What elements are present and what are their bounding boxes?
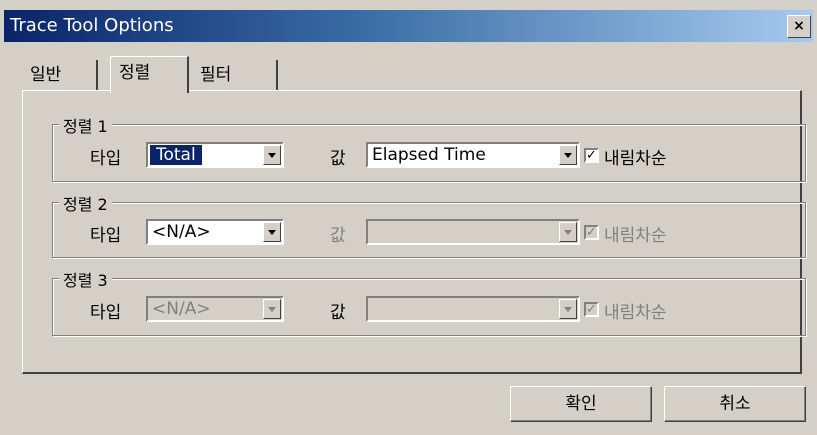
chevron-down-icon[interactable] bbox=[559, 222, 577, 242]
close-icon: × bbox=[793, 18, 805, 34]
tab-label: 일반 bbox=[30, 65, 62, 85]
group-legend: 정렬 1 bbox=[59, 113, 112, 137]
check-icon: ✓ bbox=[586, 225, 597, 240]
value-label: 값 bbox=[330, 303, 346, 323]
value-label: 값 bbox=[330, 149, 346, 169]
type-combobox[interactable]: <N/A> bbox=[146, 219, 284, 245]
check-icon: ✓ bbox=[586, 302, 597, 317]
window-title: Trace Tool Options bbox=[10, 15, 174, 36]
tab-general[interactable]: 일반 bbox=[22, 60, 98, 90]
descending-label: 내림차순 bbox=[604, 149, 667, 169]
tab-label: 필터 bbox=[200, 65, 232, 85]
cancel-button[interactable]: 취소 bbox=[664, 386, 806, 422]
type-selected-value: <N/A> bbox=[152, 222, 211, 242]
group-legend: 정렬 2 bbox=[59, 191, 112, 215]
ok-button-label: 확인 bbox=[565, 394, 597, 414]
check-icon: ✓ bbox=[586, 148, 597, 163]
descending-checkbox[interactable]: ✓ bbox=[584, 148, 599, 163]
type-combobox[interactable]: Total bbox=[146, 142, 284, 168]
value-selected-value: Elapsed Time bbox=[372, 145, 486, 165]
tab-sort[interactable]: 정렬 bbox=[110, 56, 189, 93]
type-selected-value: <N/A> bbox=[152, 299, 211, 319]
title-bar[interactable]: Trace Tool Options × bbox=[4, 10, 813, 42]
value-label: 값 bbox=[330, 226, 346, 246]
chevron-down-icon[interactable] bbox=[559, 145, 577, 165]
tab-filter[interactable]: 필터 bbox=[192, 60, 278, 90]
descending-label: 내림차순 bbox=[604, 226, 667, 246]
trace-tool-options-dialog: Trace Tool Options × 일반 정렬 필터 정렬 1 타입 To… bbox=[0, 0, 817, 435]
type-label: 타입 bbox=[90, 149, 122, 169]
type-combobox[interactable]: <N/A> bbox=[146, 296, 284, 322]
value-combobox[interactable] bbox=[366, 296, 580, 322]
descending-checkbox[interactable]: ✓ bbox=[584, 225, 599, 240]
tab-label: 정렬 bbox=[119, 63, 151, 83]
value-combobox[interactable]: Elapsed Time bbox=[366, 142, 580, 168]
chevron-down-icon[interactable] bbox=[263, 145, 281, 165]
cancel-button-label: 취소 bbox=[719, 394, 751, 414]
value-combobox[interactable] bbox=[366, 219, 580, 245]
descending-checkbox[interactable]: ✓ bbox=[584, 302, 599, 317]
chevron-down-icon[interactable] bbox=[559, 299, 577, 319]
ok-button[interactable]: 확인 bbox=[510, 386, 652, 422]
close-button[interactable]: × bbox=[787, 15, 811, 38]
type-label: 타입 bbox=[90, 226, 122, 246]
group-legend: 정렬 3 bbox=[59, 267, 112, 291]
chevron-down-icon[interactable] bbox=[263, 222, 281, 242]
type-label: 타입 bbox=[90, 303, 122, 323]
chevron-down-icon[interactable] bbox=[263, 299, 281, 319]
type-selected-value: Total bbox=[149, 144, 203, 166]
descending-label: 내림차순 bbox=[604, 303, 667, 323]
